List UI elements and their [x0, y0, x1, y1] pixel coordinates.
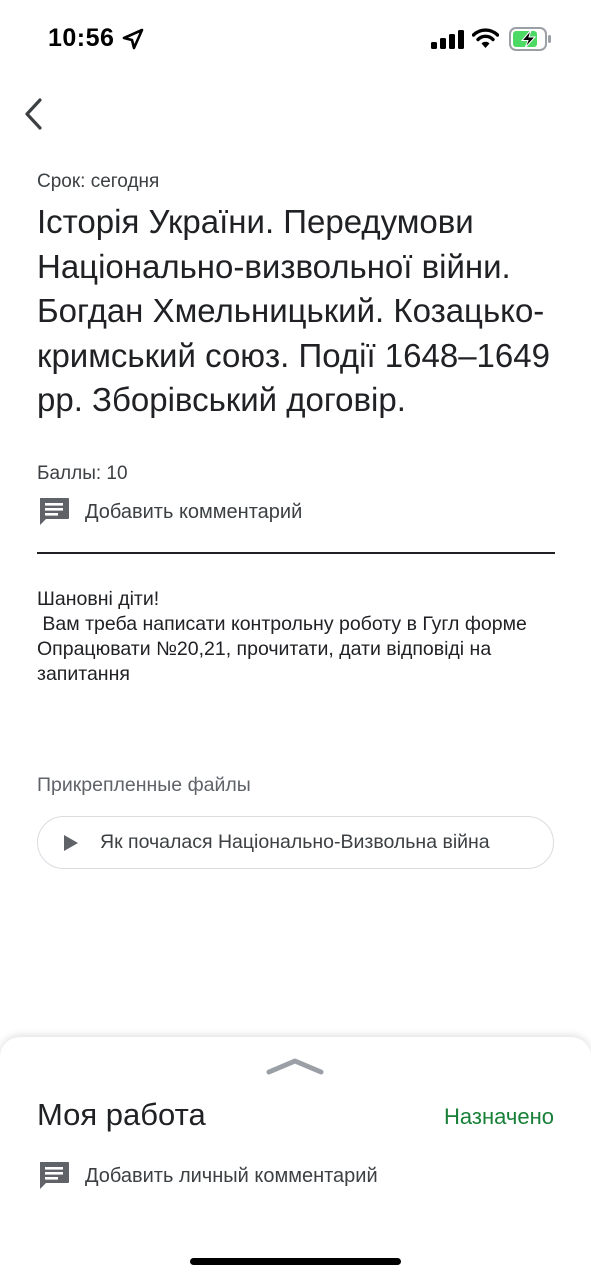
- add-private-comment-label: Добавить личный комментарий: [85, 1164, 378, 1187]
- add-private-comment-button[interactable]: Добавить личный комментарий: [37, 1159, 378, 1193]
- comment-icon: [40, 498, 69, 525]
- attachments-label: Прикрепленные файлы: [37, 774, 251, 796]
- location-arrow-icon: [122, 28, 144, 50]
- home-indicator[interactable]: [190, 1258, 401, 1265]
- points: Баллы: 10: [37, 463, 128, 484]
- status-badge: Назначено: [444, 1104, 554, 1129]
- battery-charging-icon: [509, 27, 551, 51]
- comment-icon: [40, 1162, 69, 1189]
- add-class-comment-button[interactable]: Добавить комментарий: [37, 495, 302, 529]
- my-work-sheet[interactable]: Моя работа Назначено Добавить личный ком…: [0, 1037, 591, 1280]
- due-date: Срок: сегодня: [37, 171, 160, 192]
- chevron-up-icon[interactable]: [266, 1056, 324, 1076]
- assignment-title: Історія України. Передумови Національно-…: [37, 203, 550, 418]
- back-button[interactable]: [18, 92, 58, 138]
- cellular-signal-icon: [431, 30, 464, 49]
- divider: [37, 552, 555, 554]
- instructions: Шановні діти! Вам треба написати контрол…: [37, 588, 527, 685]
- add-comment-label: Добавить комментарий: [85, 500, 303, 523]
- status-bar: 10:56: [0, 0, 591, 80]
- my-work-title: Моя работа: [37, 1097, 206, 1132]
- play-icon: [64, 834, 78, 851]
- wifi-icon: [472, 28, 499, 48]
- attachment-title: Як почалася Національно-Визвольна війна: [100, 831, 490, 853]
- status-time: 10:56: [48, 24, 115, 52]
- attachment-item[interactable]: Як почалася Національно-Визвольна війна: [37, 816, 554, 869]
